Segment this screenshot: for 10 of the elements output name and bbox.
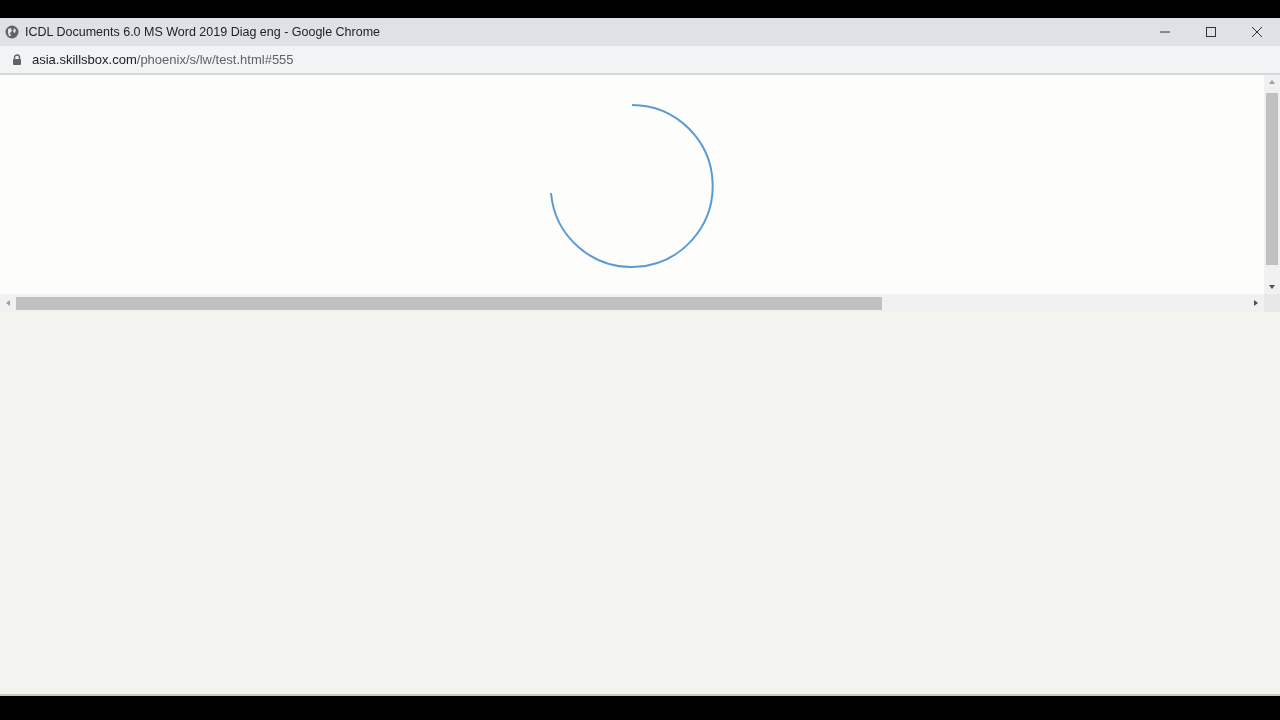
scrollbar-thumb[interactable] — [1266, 93, 1278, 265]
window-title: ICDL Documents 6.0 MS Word 2019 Diag eng - Google Chrome — [25, 25, 382, 39]
lock-icon — [12, 54, 22, 65]
close-icon — [1251, 26, 1263, 38]
scrollbar-thumb[interactable] — [16, 297, 882, 310]
horizontal-scrollbar[interactable] — [0, 294, 1264, 312]
globe-icon — [5, 25, 19, 39]
url-text[interactable]: asia.skillsbox.com/phoenix/s/lw/test.html#555 — [32, 52, 294, 67]
maximize-icon — [1205, 26, 1217, 38]
vertical-scrollbar[interactable] — [1264, 75, 1280, 312]
